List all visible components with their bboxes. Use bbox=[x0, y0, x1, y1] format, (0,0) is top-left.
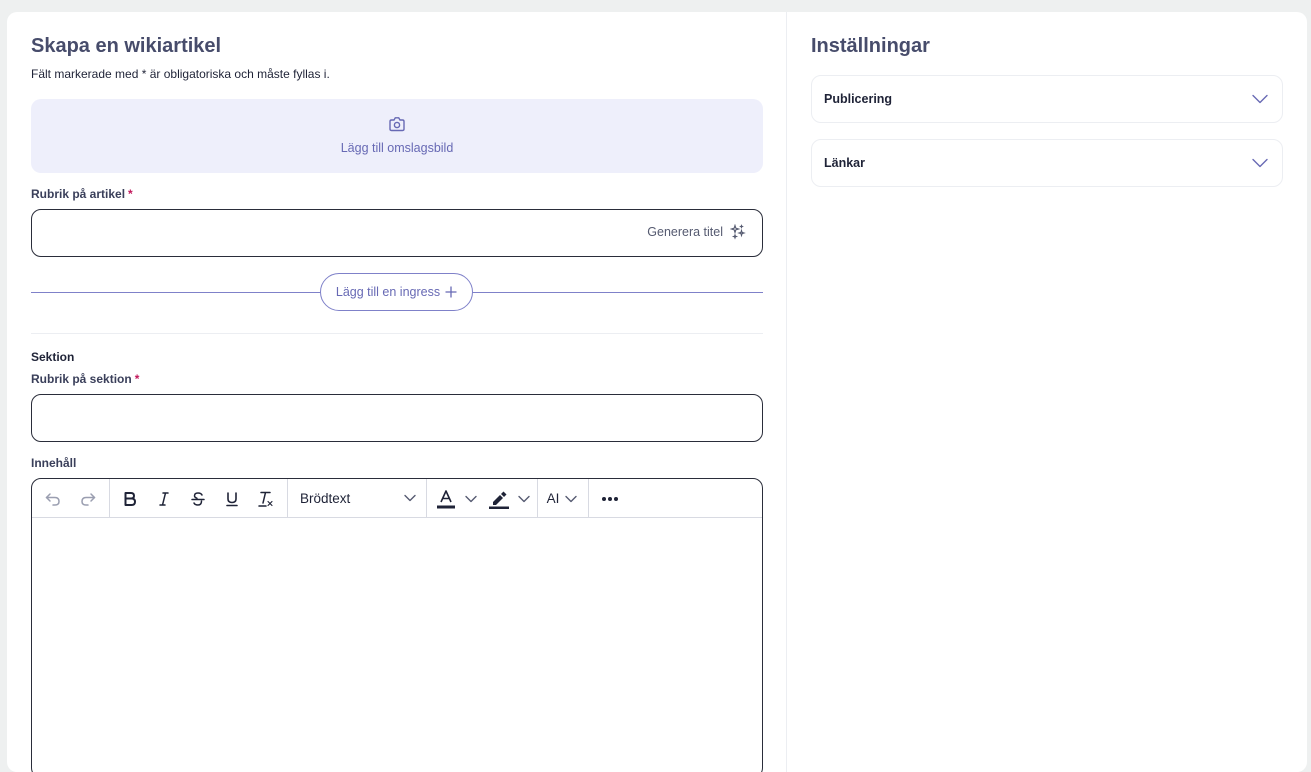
section-title-label: Rubrik på sektion * bbox=[31, 372, 140, 386]
bold-icon bbox=[124, 491, 136, 506]
accordion-lankar[interactable]: Länkar bbox=[811, 139, 1283, 187]
article-title-label: Rubrik på artikel * bbox=[31, 187, 133, 201]
redo-icon bbox=[81, 492, 96, 506]
settings-title: Inställningar bbox=[811, 35, 930, 57]
undo-icon bbox=[45, 492, 60, 506]
generate-title-button[interactable]: Generera titel bbox=[647, 224, 746, 240]
ai-label: AI bbox=[546, 491, 560, 506]
text-color-button[interactable] bbox=[432, 479, 480, 518]
required-marker: * bbox=[128, 187, 133, 201]
accordion-label: Publicering bbox=[824, 92, 893, 106]
text-format-value: Brödtext bbox=[300, 491, 351, 506]
toolbar-separator bbox=[109, 479, 110, 518]
add-ingress-button[interactable]: Lägg till en ingress bbox=[320, 273, 473, 311]
chevron-down-icon bbox=[1252, 94, 1268, 104]
sparkles-icon bbox=[730, 224, 746, 240]
italic-icon bbox=[159, 491, 169, 506]
undo-button[interactable] bbox=[40, 479, 66, 518]
toolbar-separator bbox=[426, 479, 427, 518]
panel-divider bbox=[786, 12, 787, 772]
plus-icon bbox=[445, 286, 457, 298]
chevron-down-icon bbox=[1252, 158, 1268, 168]
camera-icon bbox=[389, 117, 405, 132]
accordion-label: Länkar bbox=[824, 156, 865, 170]
redo-button[interactable] bbox=[75, 479, 101, 518]
add-cover-image-button[interactable]: Lägg till omslagsbild bbox=[31, 99, 763, 173]
underline-button[interactable] bbox=[219, 479, 245, 518]
chevron-down-icon bbox=[565, 495, 578, 502]
section-separator bbox=[31, 333, 763, 334]
more-horizontal-icon bbox=[602, 496, 618, 501]
strikethrough-icon bbox=[191, 491, 205, 506]
section-heading: Sektion bbox=[31, 350, 75, 364]
ai-menu-button[interactable]: AI bbox=[542, 479, 582, 518]
accordion-publicering[interactable]: Publicering bbox=[811, 75, 1283, 123]
underline-icon bbox=[226, 491, 238, 506]
article-title-input[interactable]: Generera titel bbox=[31, 209, 763, 257]
strikethrough-button[interactable] bbox=[185, 479, 211, 518]
content-label: Innehåll bbox=[31, 456, 77, 470]
toolbar-separator bbox=[588, 479, 589, 518]
section-title-input[interactable] bbox=[31, 394, 763, 442]
page-title: Skapa en wikiartikel bbox=[31, 35, 222, 57]
cover-label: Lägg till omslagsbild bbox=[340, 141, 454, 155]
add-ingress-label: Lägg till en ingress bbox=[335, 285, 441, 299]
required-hint: Fält markerade med * är obligatoriska oc… bbox=[31, 67, 330, 81]
highlighter-icon bbox=[488, 491, 509, 509]
clear-formatting-button[interactable] bbox=[253, 479, 279, 518]
editor-toolbar: Brödtext AI bbox=[32, 479, 762, 518]
chevron-down-icon bbox=[517, 495, 530, 502]
text-color-icon bbox=[436, 489, 455, 508]
italic-button[interactable] bbox=[151, 479, 177, 518]
more-options-button[interactable] bbox=[595, 479, 625, 518]
required-marker: * bbox=[134, 372, 140, 386]
clear-formatting-icon bbox=[258, 491, 273, 507]
chevron-down-icon bbox=[464, 495, 477, 502]
chevron-down-icon bbox=[404, 494, 416, 502]
rich-text-editor: Brödtext AI bbox=[31, 478, 763, 772]
editor-content-area[interactable] bbox=[32, 519, 762, 772]
highlight-color-button[interactable] bbox=[484, 479, 534, 518]
bold-button[interactable] bbox=[117, 479, 143, 518]
generate-title-label: Generera titel bbox=[647, 225, 723, 239]
text-format-select[interactable]: Brödtext bbox=[288, 479, 426, 518]
wiki-editor-card: Skapa en wikiartikel Fält markerade med … bbox=[7, 12, 1307, 772]
toolbar-separator bbox=[537, 479, 538, 518]
